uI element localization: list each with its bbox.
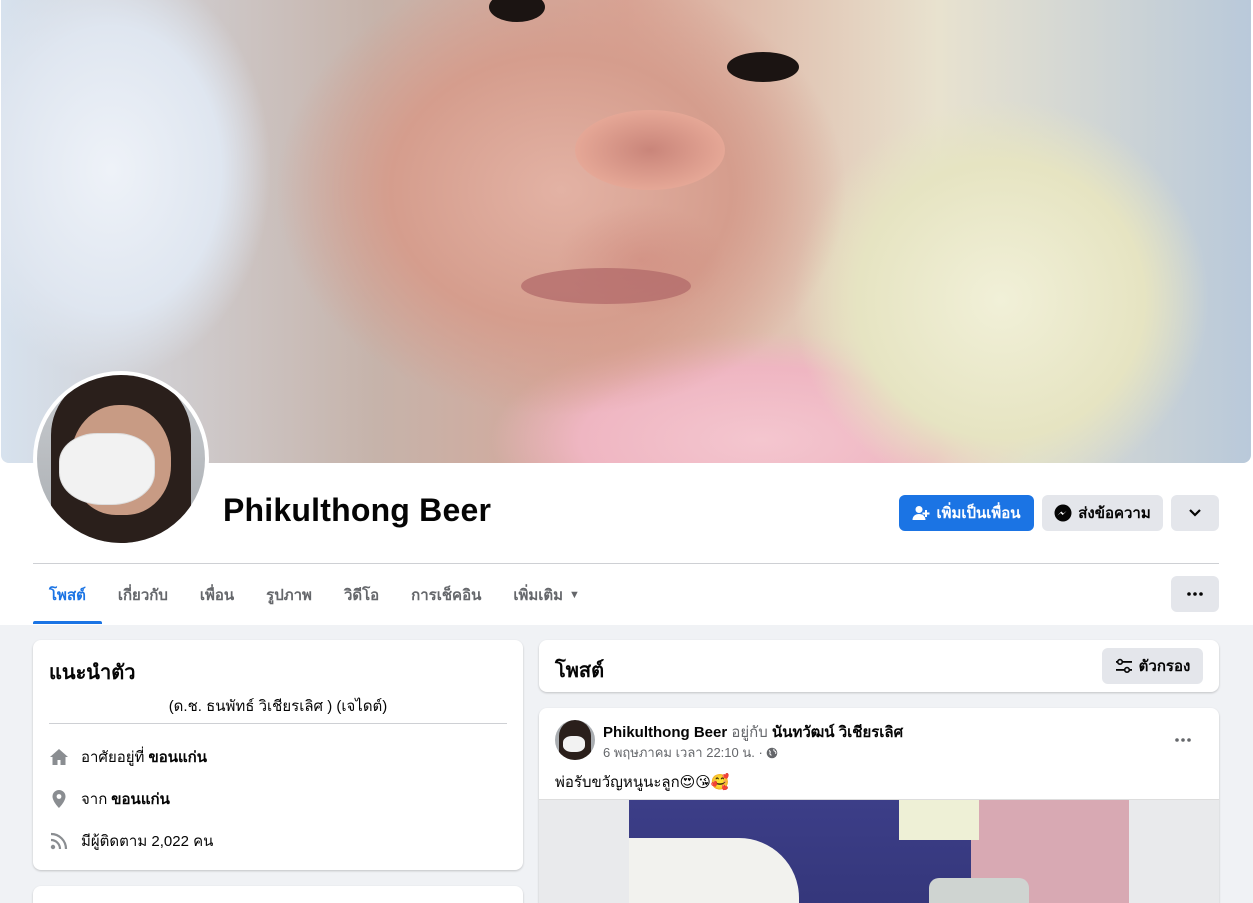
- intro-from-row: จาก ขอนแก่น: [49, 787, 170, 811]
- post-photo-image: [629, 800, 1129, 903]
- home-icon: [49, 747, 69, 767]
- cover-mouth: [521, 268, 691, 304]
- cover-nose: [575, 110, 725, 190]
- profile-name: Phikulthong Beer: [223, 492, 492, 528]
- lives-value[interactable]: ขอนแก่น: [148, 745, 207, 769]
- avatar-mask: [59, 433, 155, 505]
- tab-more[interactable]: เพิ่มเติม ▼: [497, 566, 596, 624]
- filter-button[interactable]: ตัวกรอง: [1102, 648, 1203, 684]
- tabs-more-button[interactable]: [1171, 576, 1219, 612]
- rss-followers-icon: [49, 831, 69, 851]
- tab-label: วิดีโอ: [343, 587, 380, 604]
- from-value[interactable]: ขอนแก่น: [111, 787, 170, 811]
- tab-about[interactable]: เกี่ยวกับ: [102, 566, 184, 624]
- post-card: Phikulthong Beer อยู่กับ นันทวัฒน์ วิเชี…: [539, 708, 1219, 903]
- photo-towel: [629, 838, 799, 903]
- post-text: พ่อรับขวัญหนูนะลูก😍😘🥰: [555, 774, 730, 791]
- profile-tabs: โพสต์ เกี่ยวกับ เพื่อน รูปภาพ วิดีโอ การ…: [33, 566, 596, 624]
- cover-photo[interactable]: [1, 0, 1251, 463]
- intro-divider: [49, 723, 507, 724]
- filter-label: ตัวกรอง: [1138, 658, 1191, 675]
- tab-photos[interactable]: รูปภาพ: [250, 566, 328, 624]
- followers-text[interactable]: มีผู้ติดตาม 2,022 คน: [81, 829, 213, 853]
- next-card: [33, 886, 523, 903]
- post-meta: 6 พฤษภาคม เวลา 22:10 น. ·: [603, 742, 778, 763]
- location-pin-icon: [49, 789, 69, 809]
- post-with-prefix: อยู่กับ: [731, 724, 768, 741]
- add-friend-icon: [912, 505, 930, 521]
- post-options-button[interactable]: [1165, 722, 1201, 758]
- message-button[interactable]: ส่งข้อความ: [1042, 495, 1163, 531]
- cover-eye-right: [727, 52, 799, 82]
- more-dots-icon: [1187, 592, 1203, 596]
- header-divider: [33, 563, 1219, 564]
- post-photo[interactable]: [539, 799, 1219, 903]
- tab-checkins[interactable]: การเช็คอิน: [395, 566, 497, 624]
- tab-videos[interactable]: วิดีโอ: [328, 566, 395, 624]
- filter-sliders-icon: [1115, 658, 1133, 674]
- tab-label: เพิ่มเติม: [513, 587, 564, 604]
- intro-card: แนะนำตัว (ด.ช. ธนพัทธ์ วิเชียรเลิศ ) (เจ…: [33, 640, 523, 870]
- intro-lives-row: อาศัยอยู่ที่ ขอนแก่น: [49, 745, 207, 769]
- profile-avatar[interactable]: [37, 375, 205, 543]
- chevron-down-icon: [1188, 508, 1202, 518]
- from-prefix: จาก: [81, 791, 108, 808]
- post-tagged-name[interactable]: นันทวัฒน์ วิเชียรเลิศ: [772, 724, 903, 741]
- more-dots-icon: [1175, 738, 1191, 742]
- intro-followers-row: มีผู้ติดตาม 2,022 คน: [49, 829, 213, 853]
- posts-header-card: โพสต์ ตัวกรอง: [539, 640, 1219, 692]
- tab-label: เพื่อน: [199, 587, 235, 604]
- post-author-avatar[interactable]: [555, 720, 595, 760]
- profile-options-button[interactable]: [1171, 495, 1219, 531]
- add-friend-button[interactable]: เพิ่มเป็นเพื่อน: [899, 495, 1034, 531]
- message-label: ส่งข้อความ: [1078, 505, 1151, 522]
- messenger-icon: [1054, 504, 1072, 522]
- post-author-name[interactable]: Phikulthong Beer: [603, 724, 727, 741]
- posts-title: โพสต์: [555, 660, 605, 682]
- tab-label: รูปภาพ: [266, 587, 312, 604]
- post-avatar-mask: [563, 736, 585, 752]
- tab-posts[interactable]: โพสต์: [33, 566, 102, 624]
- photo-gray-cloth: [929, 878, 1029, 903]
- tab-label: เกี่ยวกับ: [117, 587, 168, 604]
- tab-label: โพสต์: [49, 587, 86, 604]
- profile-header: Phikulthong Beer เพิ่มเป็นเพื่อน ส่งข้อค…: [0, 0, 1253, 625]
- caret-down-icon: ▼: [569, 589, 580, 601]
- cover-eye-left: [489, 0, 545, 22]
- intro-bio: (ด.ช. ธนพัทธ์ วิเชียรเลิศ ) (เจไดต์): [168, 698, 388, 715]
- tab-friends[interactable]: เพื่อน: [184, 566, 250, 624]
- post-header: Phikulthong Beer อยู่กับ นันทวัฒน์ วิเชี…: [603, 720, 903, 744]
- photo-cloth: [899, 800, 979, 840]
- globe-icon: [766, 747, 778, 759]
- post-timestamp[interactable]: 6 พฤษภาคม เวลา 22:10 น. ·: [603, 742, 763, 763]
- lives-prefix: อาศัยอยู่ที่: [81, 749, 145, 766]
- add-friend-label: เพิ่มเป็นเพื่อน: [936, 505, 1021, 522]
- intro-title: แนะนำตัว: [49, 662, 136, 684]
- tab-label: การเช็คอิน: [411, 587, 482, 604]
